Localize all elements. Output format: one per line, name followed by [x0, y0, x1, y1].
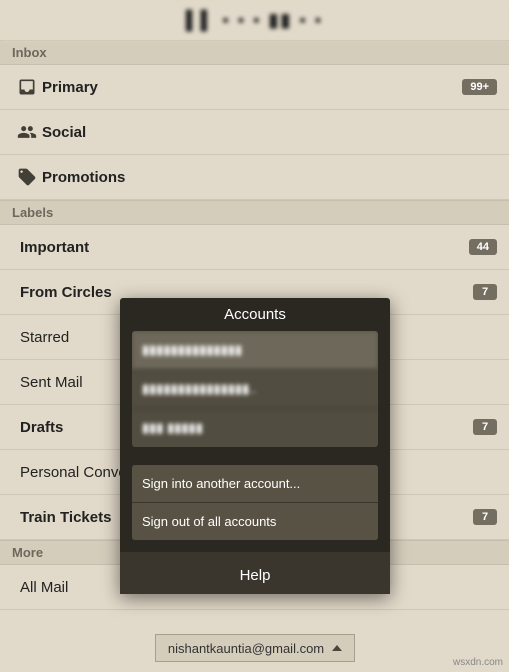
account-actions: Sign into another account... Sign out of…	[132, 465, 378, 540]
label-text: Important	[20, 239, 469, 256]
category-label: Primary	[42, 79, 462, 96]
tag-icon	[12, 167, 42, 187]
overlay-title: Accounts	[120, 298, 390, 331]
category-label: Social	[42, 124, 497, 141]
category-primary[interactable]: Primary 99+	[0, 65, 509, 110]
accounts-overlay: Accounts ▮▮▮▮▮▮▮▮▮▮▮▮▮▮ ▮▮▮▮▮▮▮▮▮▮▮▮▮▮▮.…	[120, 298, 390, 594]
badge: 7	[473, 284, 497, 300]
section-inbox: Inbox	[0, 40, 509, 65]
sign-out-all[interactable]: Sign out of all accounts	[132, 503, 378, 540]
help-button[interactable]: Help	[120, 552, 390, 594]
account-item[interactable]: ▮▮▮ ▮▮▮▮▮	[132, 409, 378, 447]
label-important[interactable]: Important 44	[0, 225, 509, 270]
inbox-icon	[12, 77, 42, 97]
category-social[interactable]: Social	[0, 110, 509, 155]
account-item[interactable]: ▮▮▮▮▮▮▮▮▮▮▮▮▮▮▮..	[132, 370, 378, 409]
section-labels: Labels	[0, 200, 509, 225]
badge: 44	[469, 239, 497, 255]
app-header: ▌▌ ▪ ▪ ▪ ▮▮ ▪ ▪	[0, 0, 509, 40]
watermark: wsxdn.com	[453, 657, 503, 668]
account-item[interactable]: ▮▮▮▮▮▮▮▮▮▮▮▮▮▮	[132, 331, 378, 370]
category-promotions[interactable]: Promotions	[0, 155, 509, 200]
badge: 7	[473, 419, 497, 435]
badge: 7	[473, 509, 497, 525]
account-list: ▮▮▮▮▮▮▮▮▮▮▮▮▮▮ ▮▮▮▮▮▮▮▮▮▮▮▮▮▮▮.. ▮▮▮ ▮▮▮…	[132, 331, 378, 447]
account-chip[interactable]: nishantkauntia@gmail.com	[155, 634, 355, 662]
badge: 99+	[462, 79, 497, 95]
account-email: nishantkauntia@gmail.com	[168, 641, 324, 656]
category-label: Promotions	[42, 169, 497, 186]
chevron-up-icon	[332, 645, 342, 651]
people-icon	[12, 122, 42, 142]
sign-in-another[interactable]: Sign into another account...	[132, 465, 378, 503]
